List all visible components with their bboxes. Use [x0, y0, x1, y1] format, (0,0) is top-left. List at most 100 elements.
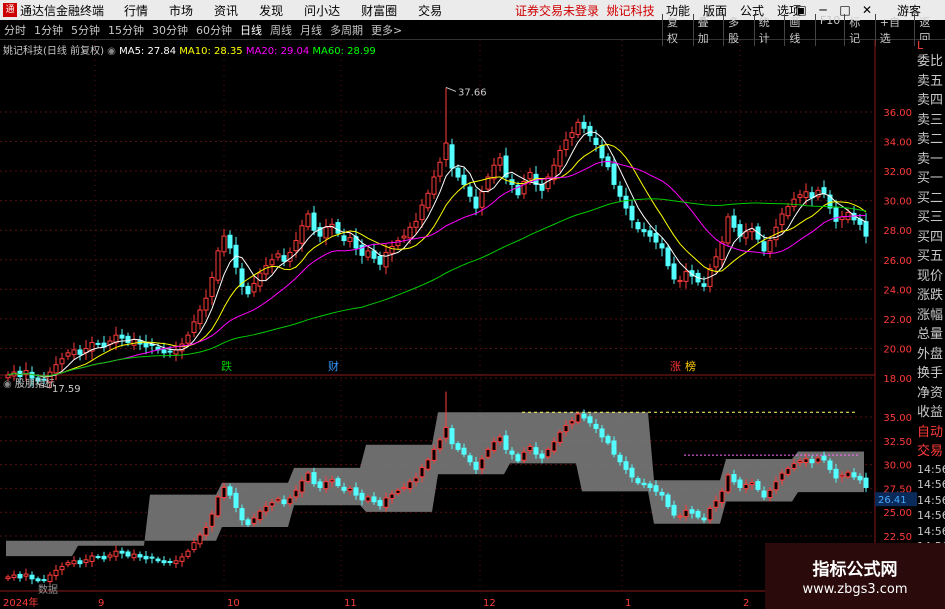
candle — [467, 186, 473, 197]
app-name: 通达信金融终端 — [20, 3, 105, 18]
side-section[interactable]: 交易 — [917, 442, 945, 462]
sub-candle — [221, 486, 227, 499]
side-item: 外盘 — [917, 346, 944, 362]
x-axis-label: 2024年 — [3, 596, 38, 609]
menu-item-market[interactable]: 市场 — [169, 4, 193, 18]
candle — [95, 342, 101, 345]
price-tick-label: 32.00 — [883, 167, 912, 178]
side-item: 卖三 — [917, 112, 944, 128]
tab-timeshare[interactable]: 分时 — [4, 22, 26, 38]
candle — [275, 253, 281, 258]
event-marker[interactable]: 涨 — [670, 360, 681, 373]
candle — [593, 137, 599, 146]
sub-candle — [617, 454, 623, 463]
menu-item-news[interactable]: 资讯 — [214, 4, 238, 18]
candle — [557, 149, 563, 167]
sub-candle — [713, 500, 719, 508]
candle — [419, 204, 425, 221]
tab-more[interactable]: 更多> — [371, 22, 402, 38]
candle — [185, 334, 191, 344]
sub-candle — [623, 461, 629, 470]
tab-15min[interactable]: 15分钟 — [108, 22, 144, 38]
sub-candle — [449, 428, 455, 445]
sub-candle — [11, 574, 17, 579]
sub-candle — [311, 472, 317, 485]
candle — [665, 247, 671, 267]
side-item: 收益 — [917, 405, 944, 420]
side-item: 买三 — [917, 210, 944, 225]
sub-candle — [47, 574, 53, 583]
timeframe-tabs: 分时 1分钟 5分钟 15分钟 30分钟 60分钟 日线 周线 月线 多周期 更… — [0, 22, 406, 38]
sub-candle — [719, 490, 725, 503]
side-section[interactable]: 自动 — [917, 423, 945, 443]
event-marker[interactable]: 榜 — [685, 359, 696, 373]
candle — [725, 216, 731, 244]
tab-30min[interactable]: 30分钟 — [152, 22, 188, 38]
tab-1min[interactable]: 1分钟 — [34, 22, 63, 38]
sub-candle — [323, 481, 329, 490]
kline-chart[interactable]: 36.00 34.00 32.00 30.00 28.00 26.00 24.00 22.00… — [0, 40, 917, 609]
candle — [719, 241, 725, 260]
candle — [761, 241, 767, 252]
sub-candle — [107, 554, 113, 558]
candle — [449, 144, 455, 169]
candle — [473, 196, 479, 209]
sub-candle — [581, 413, 587, 419]
current-value-label: 26.41 — [878, 495, 907, 506]
menu-item-trade[interactable]: 交易 — [418, 4, 442, 18]
menu-item-wealth[interactable]: 财富圈 — [361, 4, 397, 18]
menu-item-ask[interactable]: 问小达 — [304, 4, 340, 18]
sub-candle — [125, 551, 131, 557]
side-item: 卖一 — [917, 151, 944, 167]
side-item: 换手 — [917, 366, 944, 381]
sub-candle — [761, 490, 767, 498]
side-item: 卖二 — [917, 132, 944, 147]
high-price-label: 37.66 — [458, 87, 487, 98]
candle — [221, 235, 227, 253]
candle — [377, 256, 383, 265]
side-item: 总量 — [917, 327, 944, 342]
event-marker[interactable]: 跌 — [221, 359, 232, 373]
candle — [791, 198, 797, 208]
candle — [305, 213, 311, 228]
sub-candle — [203, 526, 209, 536]
candle — [215, 250, 221, 281]
candle — [59, 358, 65, 365]
tab-monthly[interactable]: 月线 — [300, 22, 322, 38]
candle — [443, 142, 449, 161]
candle — [131, 339, 137, 346]
sub-candle — [689, 509, 695, 514]
tab-multi-period[interactable]: 多周期 — [330, 22, 363, 38]
trade-login-warning[interactable]: 证券交易未登录 姚记科技 — [515, 2, 655, 19]
chart-grid: 36.00 34.00 32.00 30.00 28.00 26.00 24.00 22.00… — [0, 40, 912, 609]
side-item: 现价 — [917, 268, 944, 284]
sub-candle — [17, 573, 23, 579]
sub-candle — [227, 486, 233, 496]
side-item: 买二 — [917, 190, 944, 206]
tab-60min[interactable]: 60分钟 — [196, 22, 232, 38]
indicator-settings-icon[interactable]: ◉ — [3, 379, 12, 390]
candle — [197, 309, 203, 325]
indicator-tick-label: 30.00 — [883, 461, 912, 472]
candle — [779, 213, 785, 226]
menu-item-discover[interactable]: 发现 — [259, 4, 283, 18]
event-marker[interactable]: 财 — [328, 359, 339, 373]
sub-candle — [725, 474, 731, 493]
sub-candle — [539, 453, 545, 459]
stock-info-title: 姚记科技(日线 前复权) — [3, 46, 104, 57]
ma-settings-icon[interactable]: ◉ — [107, 46, 116, 57]
candle — [803, 191, 809, 198]
side-item: 卖五 — [917, 73, 944, 89]
sub-candle — [215, 496, 221, 517]
side-item: 买五 — [917, 249, 944, 264]
price-tick-label: 20.00 — [883, 344, 912, 355]
tab-5min[interactable]: 5分钟 — [71, 22, 100, 38]
menu-item-quotes[interactable]: 行情 — [124, 4, 148, 18]
sub-candle — [821, 455, 827, 461]
sub-candle — [167, 561, 173, 564]
ma20-label: MA20: 29.04 — [245, 46, 310, 57]
sub-candle — [653, 485, 659, 492]
tab-weekly[interactable]: 周线 — [270, 22, 292, 38]
price-tick-label: 24.00 — [883, 285, 912, 296]
tab-daily[interactable]: 日线 — [240, 22, 262, 38]
